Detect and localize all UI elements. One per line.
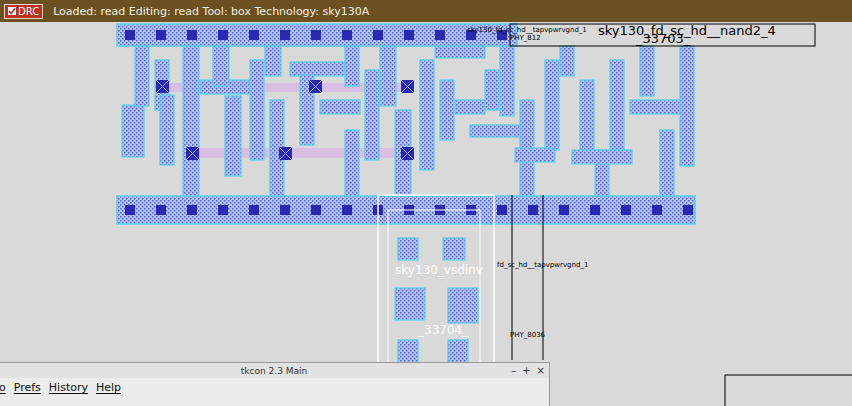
- wire: [320, 100, 360, 114]
- rail-contact: [156, 30, 166, 40]
- inverter-wire: [443, 238, 465, 260]
- wire: [455, 100, 485, 114]
- rail-contact: [528, 205, 538, 215]
- tkcon-menu: o Prefs History Help: [0, 378, 549, 394]
- layout-canvas[interactable]: sky130_fd_sc_hd__tapvpwrvgnd_1PHY_812sky…: [0, 22, 852, 406]
- wire: [420, 60, 434, 170]
- inverter-wire: [395, 288, 425, 320]
- rail-contact: [125, 205, 135, 215]
- power-rail: [117, 24, 517, 46]
- contacts: [125, 30, 693, 215]
- wire: [380, 46, 396, 106]
- wire: [365, 70, 379, 160]
- wire: [440, 80, 454, 140]
- wire: [213, 46, 229, 86]
- wire: [572, 150, 632, 164]
- wire: [680, 46, 694, 166]
- wire: [580, 80, 594, 150]
- rail-contact: [342, 205, 352, 215]
- rail-contact: [187, 205, 197, 215]
- layout-drawing[interactable]: [0, 22, 852, 406]
- wire: [250, 60, 264, 160]
- rail-contact: [187, 30, 197, 40]
- window-control[interactable]: ×: [537, 363, 545, 378]
- rail-contact: [311, 30, 321, 40]
- via-icon: [401, 80, 414, 93]
- metal-wires: [117, 24, 695, 224]
- drc-toggle[interactable]: DRC: [4, 4, 43, 19]
- wire: [435, 46, 485, 58]
- wire: [345, 46, 359, 86]
- rail-contact: [249, 30, 259, 40]
- tkcon-title-bar[interactable]: tkcon 2.3 Main–+×: [0, 363, 549, 378]
- cell-label: PHY_812: [510, 35, 541, 42]
- via-icon: [309, 80, 322, 93]
- wire: [290, 62, 345, 76]
- rail-contact: [249, 205, 259, 215]
- cell-label: sky130_vsdinv: [395, 264, 483, 276]
- wire: [515, 148, 555, 162]
- drc-checkbox[interactable]: [8, 7, 16, 15]
- rail-contact: [156, 205, 166, 215]
- rail-contact: [683, 205, 693, 215]
- cell-label: _33704_: [418, 324, 468, 336]
- rail-contact: [125, 30, 135, 40]
- menu-item[interactable]: Help: [96, 381, 121, 394]
- cell-label: _33703_: [636, 32, 690, 45]
- rail-contact: [621, 205, 631, 215]
- wire: [640, 46, 654, 96]
- via-icon: [186, 147, 199, 160]
- rail-contact: [280, 205, 290, 215]
- cell-label: fd_sc_hd__tapvpwrvgnd_1: [497, 262, 588, 269]
- inverter-wire: [398, 238, 418, 260]
- check-icon: [8, 7, 16, 15]
- menu-item[interactable]: o: [0, 381, 6, 394]
- rail-contact: [497, 205, 507, 215]
- rail-contact: [311, 205, 321, 215]
- status-message: Loaded: read Editing: read Tool: box Tec…: [53, 5, 369, 18]
- wire: [265, 46, 281, 76]
- cell-box[interactable]: [725, 375, 852, 406]
- cell-boundaries: [378, 24, 852, 406]
- rail-contact: [652, 205, 662, 215]
- rail-contact: [280, 30, 290, 40]
- via-icon: [156, 80, 169, 93]
- cell-label: sky130_fd_sc_hd__tapvpwrvgnd_1: [467, 27, 587, 34]
- window-control[interactable]: –: [511, 363, 516, 378]
- wire: [560, 46, 574, 76]
- via-icon: [279, 147, 292, 160]
- wire: [470, 125, 520, 137]
- wire: [122, 105, 144, 157]
- wire: [610, 60, 624, 150]
- window-control[interactable]: +: [522, 363, 530, 378]
- status-bar: DRC Loaded: read Editing: read Tool: box …: [0, 0, 852, 22]
- rail-contact: [435, 30, 445, 40]
- wire: [500, 46, 514, 116]
- wire: [183, 46, 199, 196]
- rail-contact: [559, 205, 569, 215]
- rail-contact: [342, 30, 352, 40]
- wire: [545, 60, 559, 150]
- wire: [225, 96, 241, 176]
- rail-contact: [590, 205, 600, 215]
- rail-contact: [218, 205, 228, 215]
- cell-label: PHY_8036: [510, 332, 545, 339]
- menu-item[interactable]: History: [49, 381, 88, 394]
- tkcon-window[interactable]: tkcon 2.3 Main–+×oPrefsHistoryHelp: [0, 362, 550, 406]
- wire: [135, 46, 149, 106]
- wire: [660, 130, 674, 196]
- magic-layout-window: DRC Loaded: read Editing: read Tool: box …: [0, 0, 852, 406]
- rail-contact: [218, 30, 228, 40]
- wire: [485, 70, 499, 110]
- wire: [160, 95, 174, 165]
- via-icon: [401, 147, 414, 160]
- wire: [345, 130, 359, 196]
- rail-contact: [373, 30, 383, 40]
- inverter-wire: [448, 288, 478, 323]
- rail-contact: [404, 30, 414, 40]
- menu-item[interactable]: Prefs: [14, 381, 41, 394]
